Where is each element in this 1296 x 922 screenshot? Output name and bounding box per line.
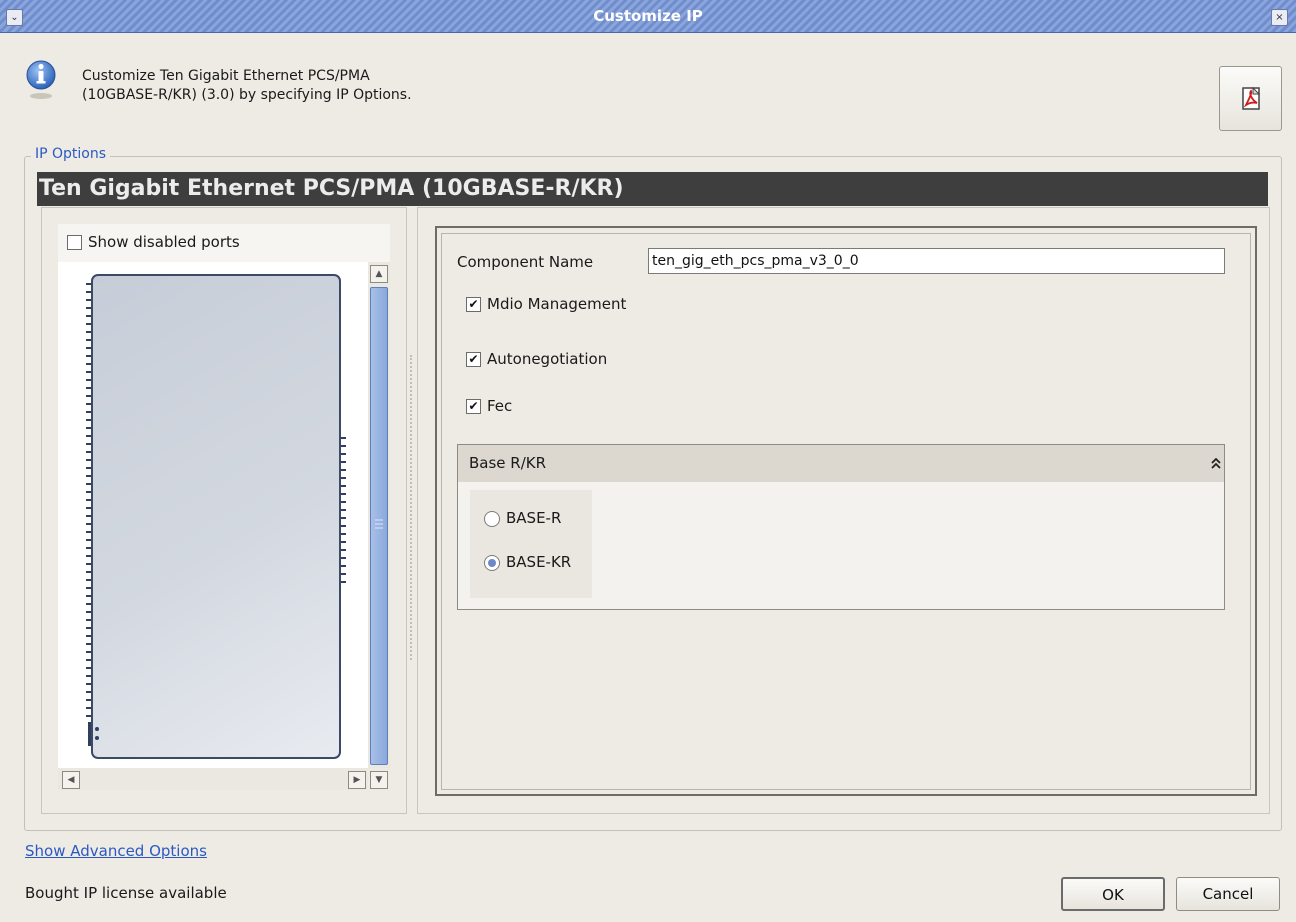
grip-icon	[375, 519, 383, 529]
ip-banner-title: Ten Gigabit Ethernet PCS/PMA (10GBASE-R/…	[37, 172, 1268, 206]
documentation-button[interactable]	[1219, 66, 1282, 131]
base-r-radio[interactable]	[484, 511, 500, 527]
close-icon: ×	[1275, 12, 1284, 23]
mdio-management-checkbox[interactable]: ✔	[466, 297, 481, 312]
check-icon: ✔	[468, 297, 479, 311]
scroll-left-button[interactable]: ◀	[62, 771, 80, 789]
fec-checkbox[interactable]: ✔	[466, 399, 481, 414]
scroll-up-button[interactable]: ▲	[370, 265, 388, 283]
ip-options-legend: IP Options	[31, 146, 111, 162]
horizontal-scrollbar[interactable]	[58, 768, 368, 790]
show-disabled-ports-label: Show disabled ports	[88, 233, 240, 251]
scroll-right-button[interactable]: ▶	[348, 771, 366, 789]
section-title: Base R/KR	[469, 454, 547, 472]
title-bar: ⌄ Customize IP ×	[0, 0, 1296, 33]
scroll-down-button[interactable]: ▼	[370, 771, 388, 789]
fec-label: Fec	[487, 397, 513, 415]
component-name-label: Component Name	[457, 253, 594, 271]
show-advanced-options-link[interactable]: Show Advanced Options	[25, 842, 207, 860]
header-description: Customize Ten Gigabit Ethernet PCS/PMA (…	[82, 68, 412, 103]
ip-symbol-block[interactable]	[91, 274, 341, 759]
autonegotiation-label: Autonegotiation	[487, 350, 608, 368]
window-title: Customize IP	[593, 7, 703, 25]
check-icon: ✔	[468, 399, 479, 413]
base-r-kr-section-header[interactable]: Base R/KR	[458, 445, 1224, 482]
mdio-management-label: Mdio Management	[487, 295, 627, 313]
cancel-button[interactable]: Cancel	[1176, 877, 1280, 911]
ok-button[interactable]: OK	[1061, 877, 1165, 911]
close-button[interactable]: ×	[1271, 9, 1288, 26]
base-type-radio-group	[470, 490, 592, 598]
info-icon	[26, 58, 56, 100]
show-disabled-ports-checkbox[interactable]	[67, 235, 82, 250]
base-kr-label: BASE-KR	[506, 553, 572, 571]
port-group-icon	[88, 722, 99, 746]
check-icon: ✔	[468, 352, 479, 366]
pdf-icon	[1242, 86, 1261, 110]
autonegotiation-checkbox[interactable]: ✔	[466, 352, 481, 367]
base-kr-radio[interactable]	[484, 555, 500, 571]
panel-splitter[interactable]	[410, 355, 412, 660]
license-status: Bought IP license available	[25, 884, 227, 902]
collapse-icon[interactable]	[1211, 458, 1221, 470]
component-name-input[interactable]	[648, 248, 1225, 274]
vertical-scroll-thumb[interactable]	[370, 287, 388, 765]
base-r-label: BASE-R	[506, 509, 562, 527]
